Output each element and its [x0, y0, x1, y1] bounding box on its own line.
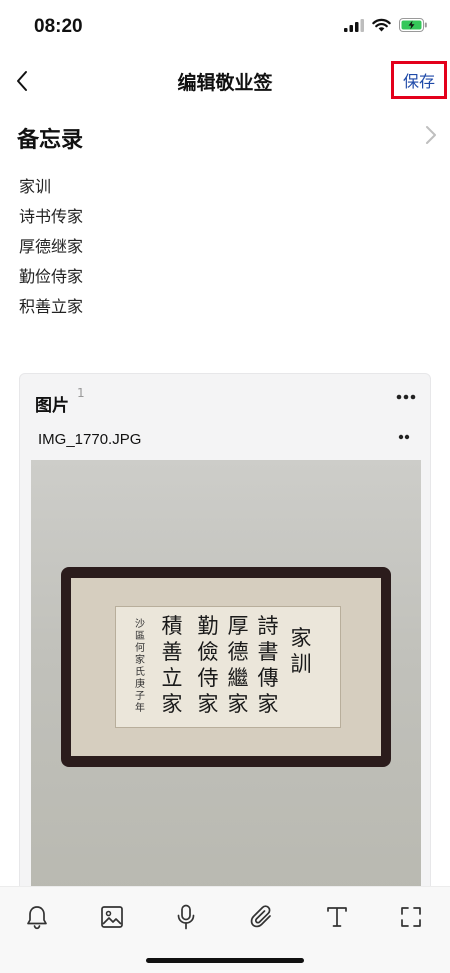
- calligraphy-column: 詩書傳家: [257, 614, 279, 716]
- memo-line: 诗书传家: [19, 207, 84, 226]
- status-bar: 08:20: [0, 0, 450, 56]
- home-indicator: [146, 958, 304, 963]
- picture-frame: 家訓 詩書傳家 厚德繼家 勤儉侍家 積善立家 沙區何家氏庚子年: [61, 567, 391, 767]
- memo-line: 勤俭侍家: [19, 267, 84, 286]
- fullscreen-button[interactable]: [391, 897, 431, 937]
- calligraphy-artwork: 家訓 詩書傳家 厚德繼家 勤儉侍家 積善立家 沙區何家氏庚子年: [115, 606, 341, 728]
- calligraphy-column: 勤儉侍家: [197, 614, 219, 716]
- nav-bar: 编辑敬业签 保存: [0, 56, 450, 106]
- cellular-signal-icon: [344, 18, 364, 32]
- memo-content[interactable]: 家训 诗书传家 厚德继家 勤俭侍家 积善立家: [19, 176, 83, 326]
- calligraphy-column: 厚德繼家: [227, 614, 249, 716]
- file-name: IMG_1770.JPG: [38, 431, 142, 448]
- section-title: 备忘录: [17, 128, 84, 153]
- battery-charging-icon: [399, 18, 427, 32]
- attachment-title: 图片: [35, 396, 69, 416]
- attach-file-button[interactable]: [242, 897, 282, 937]
- paperclip-icon: [250, 905, 271, 928]
- save-button[interactable]: 保存: [391, 61, 447, 99]
- memo-line: 厚德继家: [19, 237, 84, 256]
- memo-line: 积善立家: [19, 297, 84, 316]
- microphone-icon: [177, 904, 195, 930]
- memo-section-header[interactable]: 备忘录: [17, 122, 437, 156]
- bell-icon: [27, 906, 47, 930]
- calligraphy-column: 家訓: [290, 626, 312, 676]
- reminder-button[interactable]: [17, 897, 57, 937]
- picture-mat: 家訓 詩書傳家 厚德繼家 勤儉侍家 積善立家 沙區何家氏庚子年: [71, 578, 381, 756]
- calligraphy-signature: 沙區何家氏庚子年: [135, 619, 145, 714]
- image-attachment-card: 图片 1 IMG_1770.JPG 家訓 詩書傳家 厚德繼家 勤儉侍家 積善立家…: [19, 373, 431, 893]
- page-title: 编辑敬业签: [177, 72, 273, 94]
- wifi-icon: [372, 18, 391, 32]
- text-icon: [327, 907, 347, 927]
- calligraphy-column: 積善立家: [161, 614, 183, 716]
- file-options-icon[interactable]: [398, 434, 410, 440]
- status-time: 08:20: [34, 16, 83, 37]
- voice-button[interactable]: [166, 897, 206, 937]
- attachment-photo[interactable]: 家訓 詩書傳家 厚德繼家 勤儉侍家 積善立家 沙區何家氏庚子年: [31, 460, 421, 892]
- text-format-button[interactable]: [317, 897, 357, 937]
- status-icons: [344, 18, 428, 32]
- attachment-count: 1: [77, 386, 85, 400]
- more-options-icon[interactable]: [396, 394, 416, 400]
- memo-line: 家训: [19, 177, 52, 196]
- insert-image-button[interactable]: [92, 897, 132, 937]
- image-icon: [101, 906, 123, 928]
- fullscreen-icon: [401, 907, 421, 927]
- chevron-right-icon: [426, 126, 436, 144]
